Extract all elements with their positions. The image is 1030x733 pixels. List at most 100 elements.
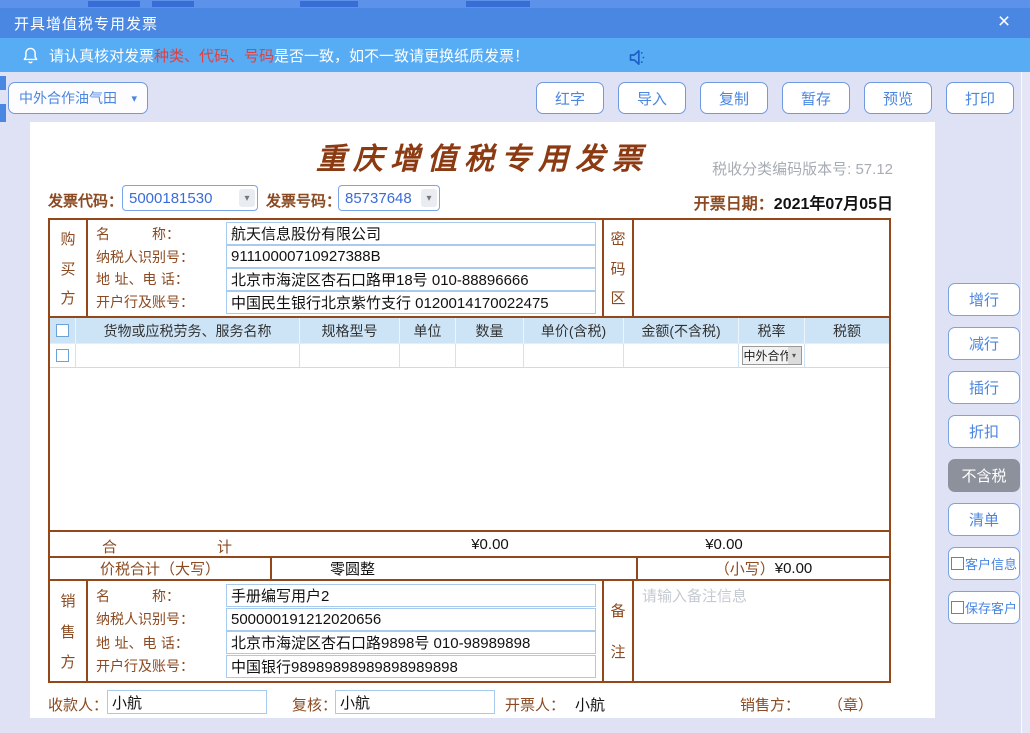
unit-cell[interactable] [400,344,456,367]
item-row: 中外合作 ▾ [50,344,889,368]
col-quantity: 数量 [456,318,524,343]
save-customer-button[interactable]: 保存客户 [948,591,1020,624]
invoice-date-label: 开票日期： [694,194,774,213]
notice-text-highlight: 种类、代码、号码 [154,45,274,66]
quantity-cell[interactable] [456,344,524,367]
tax-excluded-toggle-button[interactable]: 不含税 [948,459,1020,492]
capital-amount-row: 价税合计（大写） 零圆整 （小写）¥0.00 [50,558,889,581]
tax-rate-select[interactable]: 中外合作 ▾ [742,346,802,365]
dialog-titlebar: 开具增值税专用发票 [0,8,1030,38]
red-letter-button[interactable]: 红字 [536,82,604,114]
totals-row: 合 计 ¥0.00 ¥0.00 [50,532,889,558]
buyer-bank-row: 开户行及账号： [88,291,602,313]
buyer-fields: 名 称： 纳税人识别号： 地 址、电 话： 开户行及账号： [88,220,602,316]
invoice-date-value: 2021年07月05日 [774,196,893,213]
col-spec: 规格型号 [300,318,400,343]
chevron-down-icon: ▾ [131,92,137,105]
invoice-number-value: 85737648 [339,190,421,207]
scroll-strip[interactable] [1021,72,1030,733]
col-tax-rate: 税率 [739,318,805,343]
seller-taxid-input[interactable] [226,608,596,631]
chevron-down-icon: ▾ [788,347,801,364]
select-all-checkbox[interactable] [56,324,69,337]
buyer-name-input[interactable] [226,222,596,245]
customer-info-button[interactable]: 客户信息 [948,547,1020,580]
amount-cell[interactable] [624,344,739,367]
save-customer-checkbox[interactable] [951,601,964,614]
insert-row-button[interactable]: 插行 [948,371,1020,404]
capital-value: 零圆整 [272,558,636,579]
invoice-date: 开票日期：2021年07月05日 [694,190,893,214]
buyer-address-input[interactable] [226,268,596,291]
invoice-number-label: 发票号码： [266,190,341,211]
background-decoration [466,1,530,7]
bell-icon [22,46,39,65]
background-decoration [0,104,6,122]
copy-button[interactable]: 复制 [700,82,768,114]
remark-input[interactable] [634,581,889,681]
spec-cell[interactable] [300,344,400,367]
unit-price-cell[interactable] [524,344,624,367]
discount-button[interactable]: 折扣 [948,415,1020,448]
seal-placeholder: （章） [828,694,873,715]
invoice-type-select[interactable]: 中外合作油气田 ▾ [8,82,148,114]
background-window-strip [0,0,1030,8]
goods-name-cell[interactable] [76,344,300,367]
preview-button[interactable]: 预览 [864,82,932,114]
seller-side-label: 销 售 方 [50,581,88,681]
total-amount: ¥0.00 [430,536,550,553]
tax-amount-cell[interactable] [805,344,889,367]
password-area [634,220,889,316]
buyer-bank-input[interactable] [226,291,596,314]
speaker-icon[interactable] [628,48,648,72]
seller-address-input[interactable] [226,631,596,654]
tax-code-version: 税收分类编码版本号: 57.12 [712,158,893,179]
col-amount: 金额(不含税) [624,318,739,343]
chevron-down-icon: ▾ [421,189,437,207]
save-draft-button[interactable]: 暂存 [782,82,850,114]
row-select-checkbox[interactable] [56,349,69,362]
invoice-type-value: 中外合作油气田 [19,88,117,108]
remove-row-button[interactable]: 减行 [948,327,1020,360]
password-area-label: 密 码 区 [602,220,634,316]
add-row-button[interactable]: 增行 [948,283,1020,316]
buyer-taxid-row: 纳税人识别号： [88,246,602,268]
col-unit-price: 单价(含税) [524,318,624,343]
seller-section: 销 售 方 名 称： 纳税人识别号： 地 址、电 话： [50,581,889,681]
seller-bank-row: 开户行及账号： [88,655,602,677]
seller-name-input[interactable] [226,584,596,607]
small-amount: （小写）¥0.00 [636,558,889,579]
seller-fields: 名 称： 纳税人识别号： 地 址、电 话： 开户行及账号： [88,581,602,681]
payee-input[interactable] [107,690,267,714]
seller-bank-input[interactable] [226,655,596,678]
buyer-side-label: 购 买 方 [50,220,88,316]
drawer-value: 小航 [575,694,605,715]
print-button[interactable]: 打印 [946,82,1014,114]
reviewer-input[interactable] [335,690,495,714]
invoice-number-select[interactable]: 85737648 ▾ [338,185,440,211]
items-table-header: 货物或应税劳务、服务名称 规格型号 单位 数量 单价(含税) 金额(不含税) 税… [50,318,889,344]
invoice-code-select[interactable]: 5000181530 ▾ [122,185,258,211]
buyer-taxid-input[interactable] [226,245,596,268]
row-select-cell [50,344,76,367]
remark-area [634,581,889,681]
import-button[interactable]: 导入 [618,82,686,114]
background-decoration [88,1,140,7]
invoice-grid: 购 买 方 名 称： 纳税人识别号： 地 址、电 话： [48,218,891,683]
list-button[interactable]: 清单 [948,503,1020,536]
col-tax-amount: 税额 [805,318,889,343]
col-unit: 单位 [400,318,456,343]
col-goods-name: 货物或应税劳务、服务名称 [76,318,300,343]
payee-label: 收款人： [48,694,108,715]
customer-info-checkbox[interactable] [951,557,964,570]
drawer-label: 开票人： [505,694,565,715]
buyer-section: 购 买 方 名 称： 纳税人识别号： 地 址、电 话： [50,220,889,318]
small-amount-value: ¥0.00 [775,560,813,577]
tax-rate-cell: 中外合作 ▾ [739,344,805,367]
close-icon[interactable]: × [992,10,1016,34]
chevron-down-icon: ▾ [239,189,255,207]
background-decoration [300,1,358,7]
dialog-title: 开具增值税专用发票 [14,13,158,34]
notice-text-post: 是否一致，如不一致请更换纸质发票！ [274,45,529,66]
seller-name-row: 名 称： [88,585,602,607]
